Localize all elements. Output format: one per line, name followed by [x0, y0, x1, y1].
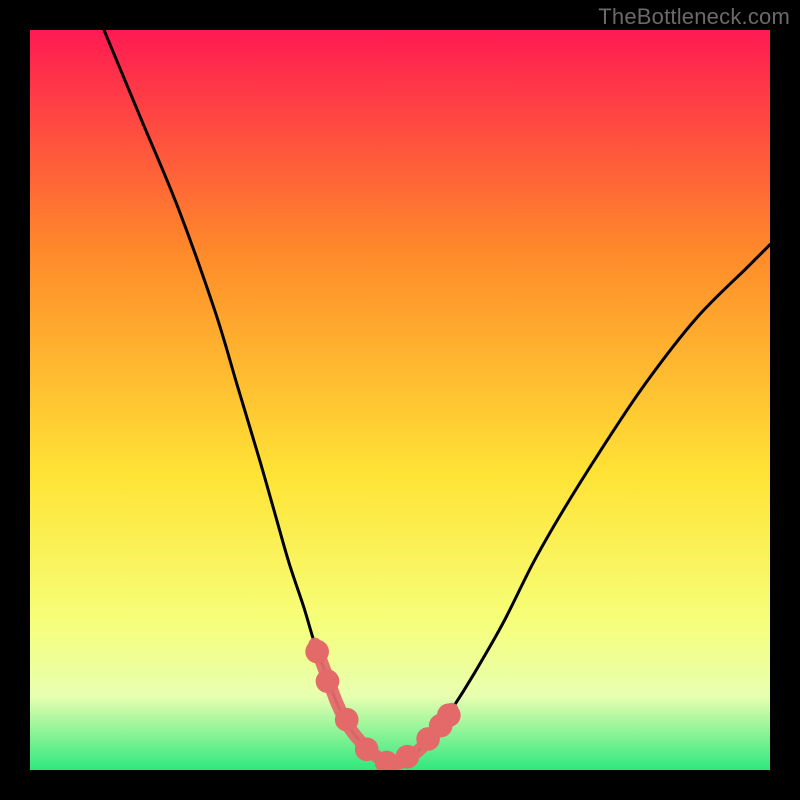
plot-area [30, 30, 770, 770]
highlight-dot [316, 669, 340, 693]
chart-frame: TheBottleneck.com [0, 0, 800, 800]
highlight-dot [335, 708, 359, 732]
highlight-dot [396, 745, 420, 769]
chart-svg [30, 30, 770, 770]
highlight-dot [437, 703, 461, 727]
gradient-background [30, 30, 770, 770]
watermark-text: TheBottleneck.com [598, 4, 790, 30]
highlight-dot [355, 737, 379, 761]
highlight-dot [305, 640, 329, 664]
